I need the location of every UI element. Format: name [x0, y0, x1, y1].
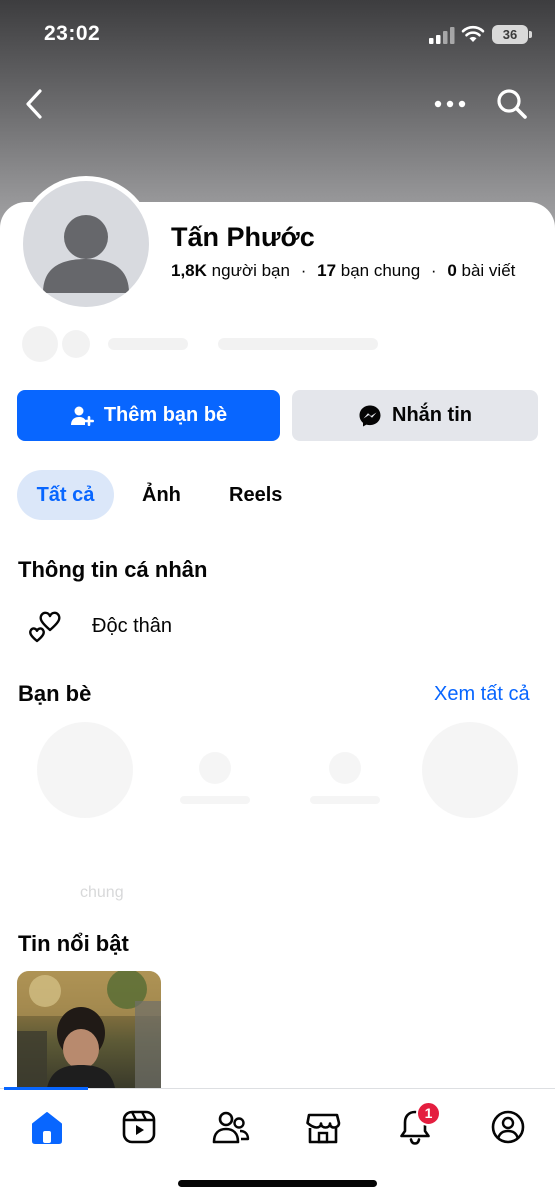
wifi-icon — [461, 25, 485, 42]
stats-separator: · — [300, 261, 307, 280]
add-friend-button[interactable]: Thêm bạn bè — [17, 390, 280, 441]
search-button[interactable] — [494, 86, 530, 122]
back-button[interactable] — [20, 88, 50, 120]
avatar[interactable] — [18, 176, 154, 312]
home-icon[interactable] — [25, 1105, 69, 1149]
message-button[interactable]: Nhắn tin — [292, 390, 538, 441]
profile-name: Tấn Phước — [171, 222, 315, 252]
hearts-icon — [29, 611, 61, 643]
signal-icon — [429, 27, 455, 44]
add-friend-label: Thêm bạn bè — [103, 404, 228, 426]
default-avatar-icon — [23, 181, 149, 307]
profile-stats: 1,8K người bạn · 17 bạn chung · 0 bài vi… — [171, 261, 515, 281]
home-indicator[interactable] — [178, 1180, 377, 1187]
mutual-label[interactable]: bạn chung — [341, 261, 420, 280]
tab-all[interactable]: Tất cả — [17, 470, 114, 520]
marketplace-icon[interactable] — [301, 1105, 345, 1149]
about-section-title: Thông tin cá nhân — [18, 557, 208, 582]
status-time: 23:02 — [44, 22, 101, 45]
highlight-story-thumbnail[interactable] — [17, 971, 161, 1088]
tab-photos[interactable]: Ảnh — [142, 470, 181, 520]
notification-badge: 1 — [416, 1101, 441, 1126]
see-all-friends-link[interactable]: Xem tất cả — [434, 683, 530, 706]
mutual-count: 17 — [317, 261, 337, 280]
battery-tip — [529, 31, 532, 38]
message-label: Nhắn tin — [392, 404, 472, 426]
status-bar: 23:02 36 — [0, 0, 555, 70]
friends-label[interactable]: người bạn — [212, 261, 290, 280]
active-tab-indicator — [4, 1087, 88, 1090]
highlights-section-title: Tin nổi bật — [18, 931, 129, 956]
tab-reels[interactable]: Reels — [229, 470, 282, 520]
messenger-icon — [359, 405, 381, 426]
friends-section-title: Bạn bè — [18, 681, 92, 706]
friends-placeholder — [37, 722, 518, 818]
reels-icon[interactable] — [117, 1105, 161, 1149]
relationship-status: Độc thân — [92, 615, 173, 637]
posts-label: bài viết — [461, 261, 516, 280]
friends-icon[interactable] — [209, 1105, 253, 1149]
posts-count: 0 — [447, 261, 457, 280]
profile-icon[interactable] — [486, 1105, 530, 1149]
faded-friend-caption: chung — [80, 884, 124, 901]
friends-count: 1,8K — [171, 261, 207, 280]
more-options-button[interactable] — [432, 92, 468, 116]
battery-indicator: 36 — [492, 25, 528, 44]
add-friend-icon — [70, 406, 94, 426]
stats-separator: · — [430, 261, 437, 280]
faded-overlay — [22, 326, 378, 362]
